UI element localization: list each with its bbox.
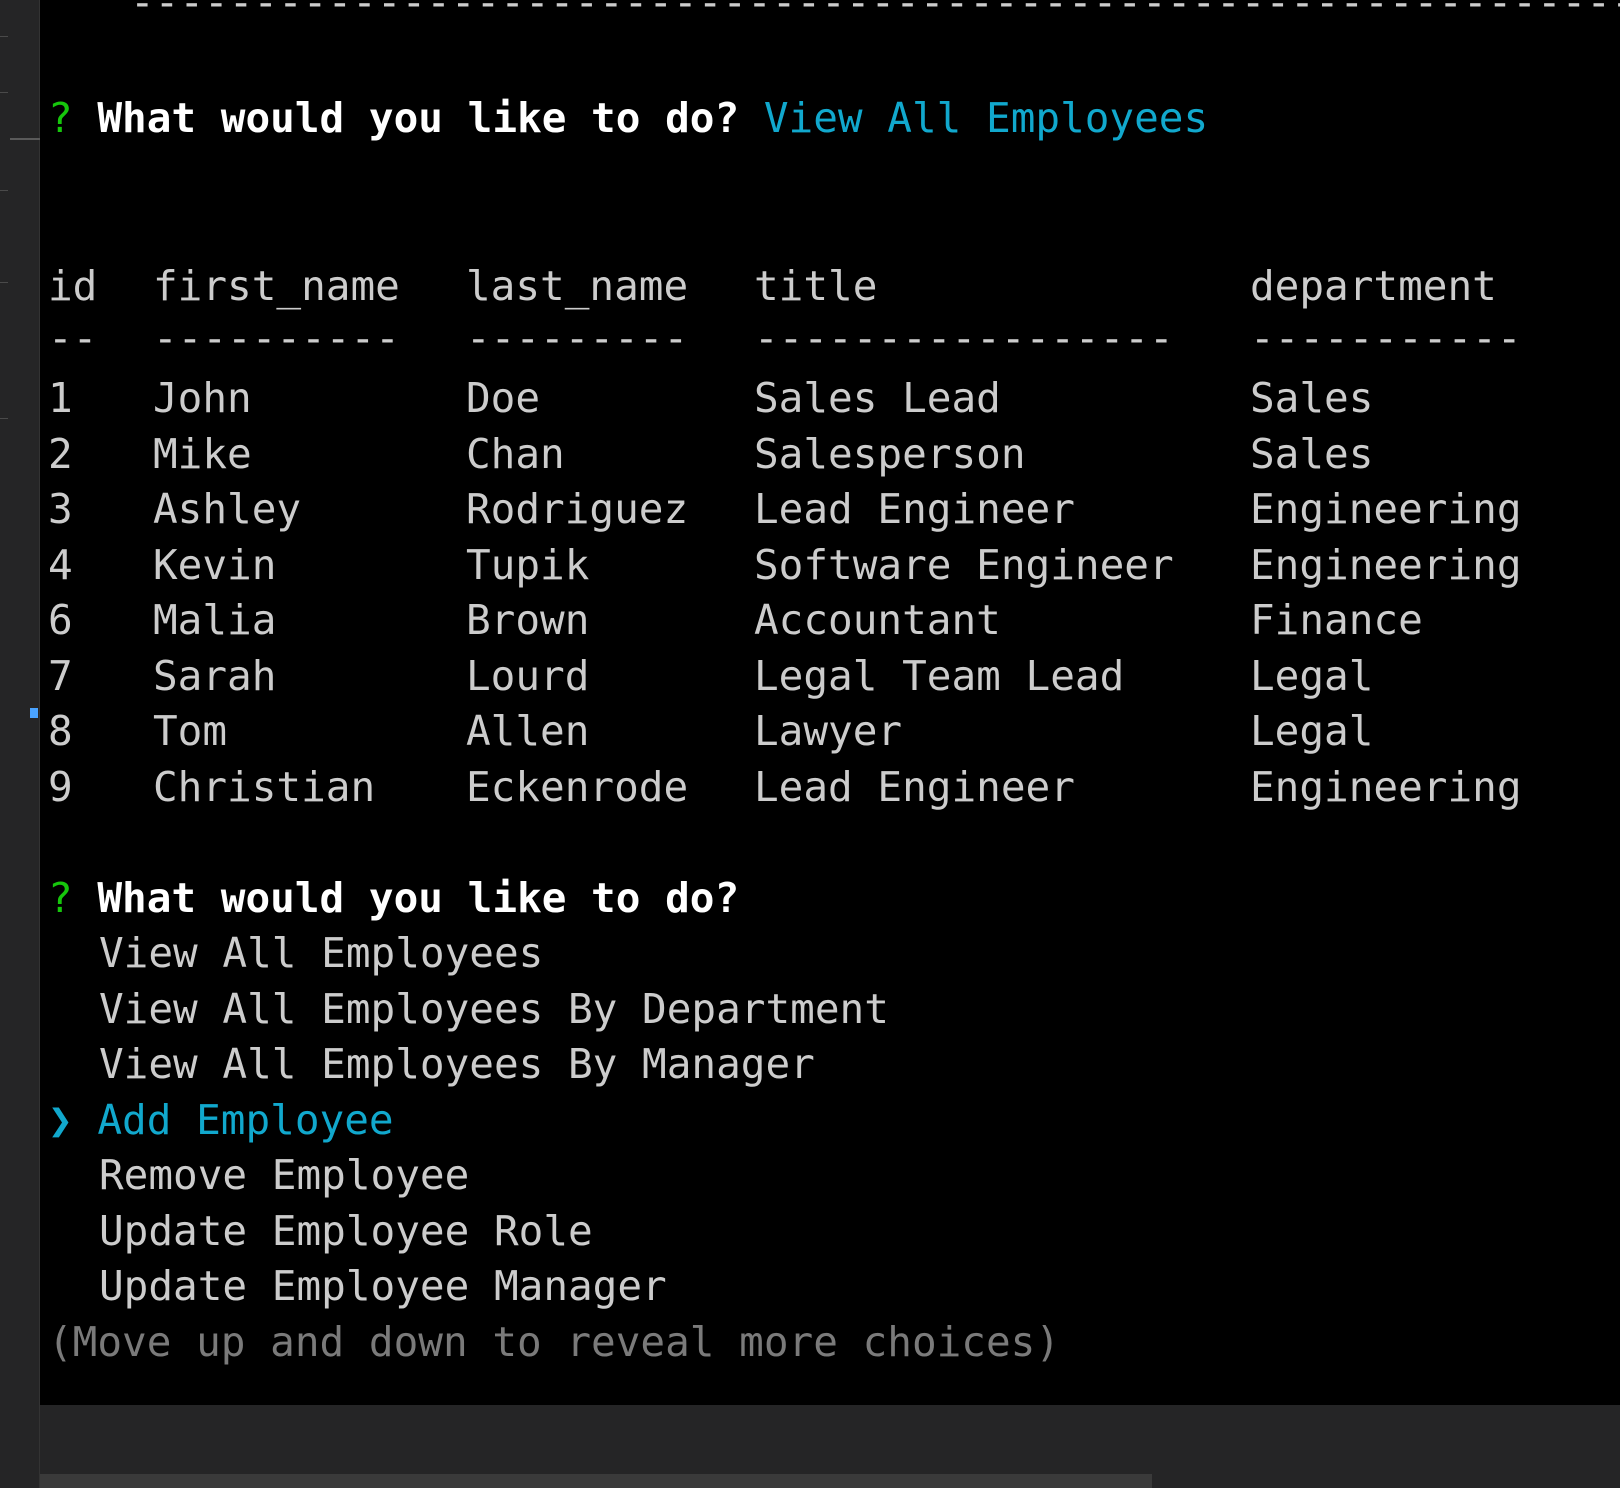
menu-hint: (Move up and down to reveal more choices… bbox=[48, 1318, 1061, 1366]
menu-item-label: Add Employee bbox=[97, 1096, 394, 1144]
breakpoint-marker[interactable] bbox=[30, 708, 38, 718]
cell-id: 3 bbox=[48, 485, 73, 533]
menu-item-view-by-department[interactable]: View All Employees By Department bbox=[99, 981, 889, 1038]
gutter-tick bbox=[0, 36, 8, 37]
menu-item-update-role[interactable]: Update Employee Role bbox=[99, 1203, 593, 1260]
cell-id: 7 bbox=[48, 652, 73, 700]
separator-last-name: --------- bbox=[466, 314, 689, 362]
question-mark-icon: ? bbox=[48, 874, 73, 922]
prompt-answer: View All Employees bbox=[763, 94, 1209, 142]
table-row: 4 Kevin Tupik Software Engineer Engineer… bbox=[48, 537, 1608, 594]
cell-id: 6 bbox=[48, 596, 73, 644]
menu-item-view-by-manager[interactable]: View All Employees By Manager bbox=[99, 1036, 815, 1093]
cell-title: Lead Engineer bbox=[754, 763, 1075, 811]
cell-title: Lead Engineer bbox=[754, 485, 1075, 533]
cell-last-name: Eckenrode bbox=[466, 763, 689, 811]
header-last-name: last_name bbox=[466, 262, 689, 310]
top-rule: ----------------------------------------… bbox=[130, 0, 1620, 26]
separator-department: ----------- bbox=[1250, 314, 1522, 362]
cell-id: 4 bbox=[48, 541, 73, 589]
prompt-line: ? What would you like to do? bbox=[48, 870, 739, 927]
cell-title: Legal Team Lead bbox=[754, 652, 1125, 700]
terminal-output[interactable]: ----------------------------------------… bbox=[40, 0, 1620, 1405]
prompt-question: What would you like to do? bbox=[97, 874, 740, 922]
menu-item-view-all-employees[interactable]: View All Employees bbox=[99, 925, 543, 982]
cell-id: 9 bbox=[48, 763, 73, 811]
table-row: 1 John Doe Sales Lead Sales bbox=[48, 370, 1608, 427]
menu-item-update-manager[interactable]: Update Employee Manager bbox=[99, 1258, 667, 1315]
gutter-tick bbox=[0, 92, 8, 93]
table-row: 8 Tom Allen Lawyer Legal bbox=[48, 703, 1608, 760]
cell-first-name: Ashley bbox=[153, 485, 302, 533]
gutter-bar bbox=[10, 138, 40, 140]
cell-department: Legal bbox=[1250, 652, 1374, 700]
cell-title: Sales Lead bbox=[754, 374, 1001, 422]
menu-item-add-employee[interactable]: ❯ Add Employee bbox=[48, 1092, 394, 1149]
screen: ----------------------------------------… bbox=[0, 0, 1620, 1488]
cell-title: Salesperson bbox=[754, 430, 1026, 478]
gutter-tick bbox=[0, 418, 8, 419]
table-separator: -- ---------- --------- ----------------… bbox=[48, 310, 1608, 367]
cell-first-name: Kevin bbox=[153, 541, 277, 589]
cell-first-name: Tom bbox=[153, 707, 228, 755]
cell-last-name: Tupik bbox=[466, 541, 590, 589]
cell-department: Sales bbox=[1250, 430, 1374, 478]
cell-id: 1 bbox=[48, 374, 73, 422]
table-row: 6 Malia Brown Accountant Finance bbox=[48, 592, 1608, 649]
cell-department: Engineering bbox=[1250, 541, 1522, 589]
gutter-tick bbox=[0, 282, 8, 283]
cell-last-name: Chan bbox=[466, 430, 565, 478]
pointer-chevron-icon: ❯ bbox=[48, 1096, 73, 1144]
cell-title: Accountant bbox=[754, 596, 1001, 644]
table-row: 3 Ashley Rodriguez Lead Engineer Enginee… bbox=[48, 481, 1608, 538]
cell-last-name: Lourd bbox=[466, 652, 590, 700]
prompt-line: ? What would you like to do? View All Em… bbox=[48, 90, 1208, 147]
cell-department: Engineering bbox=[1250, 763, 1522, 811]
menu-item-remove-employee[interactable]: Remove Employee bbox=[99, 1147, 469, 1204]
horizontal-scrollbar[interactable] bbox=[40, 1474, 1152, 1488]
table-row: 2 Mike Chan Salesperson Sales bbox=[48, 426, 1608, 483]
cell-department: Legal bbox=[1250, 707, 1374, 755]
question-mark-icon: ? bbox=[48, 94, 73, 142]
table-header: id first_name last_name title department bbox=[48, 258, 1608, 315]
cell-last-name: Allen bbox=[466, 707, 590, 755]
cell-id: 2 bbox=[48, 430, 73, 478]
cell-title: Lawyer bbox=[754, 707, 903, 755]
cell-title: Software Engineer bbox=[754, 541, 1174, 589]
cell-last-name: Brown bbox=[466, 596, 590, 644]
cell-department: Finance bbox=[1250, 596, 1423, 644]
cell-first-name: Malia bbox=[153, 596, 277, 644]
cell-first-name: Sarah bbox=[153, 652, 277, 700]
table-row: 7 Sarah Lourd Legal Team Lead Legal bbox=[48, 648, 1608, 705]
table-row: 9 Christian Eckenrode Lead Engineer Engi… bbox=[48, 759, 1608, 816]
separator-id: -- bbox=[48, 314, 98, 362]
editor-gutter bbox=[0, 0, 40, 1488]
cell-department: Sales bbox=[1250, 374, 1374, 422]
cell-first-name: John bbox=[153, 374, 252, 422]
header-first-name: first_name bbox=[153, 262, 400, 310]
header-department: department bbox=[1250, 262, 1497, 310]
separator-title: ----------------- bbox=[754, 314, 1174, 362]
cell-department: Engineering bbox=[1250, 485, 1522, 533]
header-title: title bbox=[754, 262, 878, 310]
gutter-tick bbox=[0, 190, 8, 191]
header-id: id bbox=[48, 262, 98, 310]
separator-first-name: ---------- bbox=[153, 314, 400, 362]
cell-first-name: Mike bbox=[153, 430, 252, 478]
cell-last-name: Rodriguez bbox=[466, 485, 689, 533]
prompt-question: What would you like to do? bbox=[97, 94, 740, 142]
cell-last-name: Doe bbox=[466, 374, 541, 422]
cell-id: 8 bbox=[48, 707, 73, 755]
cell-first-name: Christian bbox=[153, 763, 376, 811]
